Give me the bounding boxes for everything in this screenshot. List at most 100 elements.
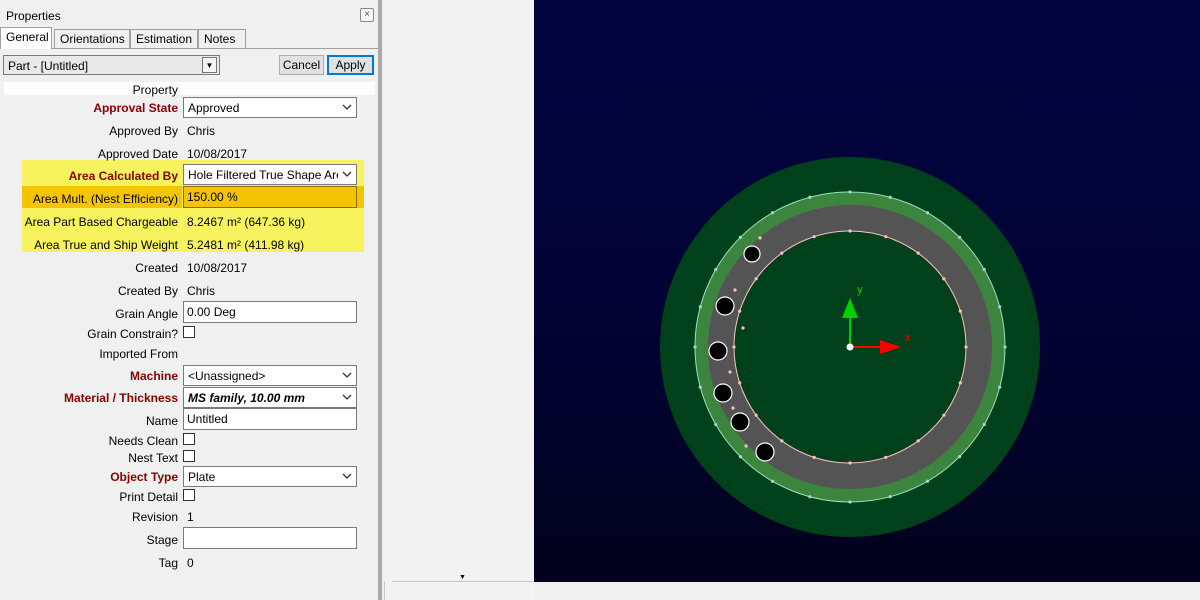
- tag-label: Tag: [158, 556, 178, 570]
- chevron-down-icon: [342, 394, 352, 400]
- panel-title: Properties: [6, 9, 61, 23]
- bolt-hole: [713, 383, 733, 403]
- outer-edge-marker: [698, 305, 702, 309]
- grain-constrain-checkbox[interactable]: [183, 326, 195, 338]
- nest-text-checkbox[interactable]: [183, 450, 195, 462]
- inner-edge-marker: [916, 251, 920, 255]
- caret-down-icon[interactable]: ▼: [459, 574, 466, 581]
- properties-panel: Properties × General Orientations Estima…: [0, 0, 378, 600]
- area-true-ship-label: Area True and Ship Weight: [34, 238, 178, 252]
- panel-splitter[interactable]: [378, 0, 382, 600]
- outer-edge-marker: [738, 455, 742, 459]
- object-type-label: Object Type: [110, 470, 178, 484]
- material-thickness-select[interactable]: MS family, 10.00 mm: [183, 387, 357, 408]
- area-part-based-label: Area Part Based Chargeable: [24, 215, 178, 229]
- print-detail-label: Print Detail: [119, 490, 178, 504]
- inner-edge-marker: [884, 235, 888, 239]
- inner-edge-marker: [958, 381, 962, 385]
- tab-general-label: General: [6, 30, 49, 44]
- created-value: 10/08/2017: [187, 261, 248, 275]
- approved-by-value: Chris: [187, 124, 216, 138]
- bolt-hole: [755, 442, 775, 462]
- tab-notes[interactable]: Notes: [198, 29, 246, 48]
- inner-edge-marker: [942, 277, 946, 281]
- area-calculated-by-select[interactable]: Hole Filtered True Shape Are: [183, 164, 357, 185]
- inner-edge-marker: [884, 455, 888, 459]
- approval-state-value: Approved: [188, 101, 240, 115]
- material-thickness-value: MS family, 10.00 mm: [188, 391, 305, 405]
- close-icon[interactable]: ×: [360, 8, 374, 22]
- tab-estimation-label: Estimation: [136, 32, 193, 46]
- inner-edge-marker: [738, 381, 742, 385]
- nest-text-label: Nest Text: [128, 451, 178, 465]
- chevron-down-icon: [342, 473, 352, 479]
- outer-edge-marker: [958, 455, 962, 459]
- outer-edge-marker: [714, 267, 718, 272]
- bolt-hole: [708, 341, 728, 361]
- middle-pane: [384, 0, 534, 600]
- needs-clean-label: Needs Clean: [108, 434, 178, 448]
- outer-edge-marker: [698, 385, 702, 389]
- inner-edge-marker: [964, 345, 968, 349]
- chevron-down-icon: [342, 171, 352, 177]
- outer-edge-marker: [888, 495, 892, 499]
- machine-select[interactable]: <Unassigned>: [183, 365, 357, 386]
- inner-edge-marker: [812, 235, 816, 239]
- outer-edge-marker: [848, 500, 852, 504]
- bolt-hole: [743, 245, 761, 263]
- print-detail-checkbox[interactable]: [183, 489, 195, 501]
- area-mult-value: 150.00 %: [187, 190, 238, 204]
- bolt-hole: [715, 296, 735, 316]
- y-axis-label: y: [857, 284, 863, 296]
- created-by-value: Chris: [187, 284, 216, 298]
- viewport-status-bar: [534, 582, 1200, 600]
- x-axis-label: x: [905, 332, 911, 344]
- tab-estimation[interactable]: Estimation: [130, 29, 198, 48]
- apply-button[interactable]: Apply: [327, 55, 374, 75]
- stage-label: Stage: [146, 533, 178, 547]
- approval-state-select[interactable]: Approved: [183, 97, 357, 118]
- outer-edge-marker: [770, 211, 775, 215]
- stage-field[interactable]: [183, 527, 357, 549]
- tab-orientations-label: Orientations: [60, 32, 125, 46]
- needs-clean-checkbox[interactable]: [183, 433, 195, 445]
- name-field[interactable]: Untitled: [183, 408, 357, 430]
- hole-marker: [728, 370, 732, 374]
- highlight-area-mult-right: [357, 186, 364, 208]
- viewport-scene: xy: [660, 157, 1040, 537]
- area-part-based-value: 8.2467 m² (647.36 kg): [187, 215, 306, 229]
- property-column-header: Property: [132, 83, 178, 97]
- cancel-button[interactable]: Cancel: [279, 55, 324, 75]
- outer-edge-marker: [925, 211, 930, 215]
- outer-edge-marker: [808, 195, 812, 199]
- tab-orientations[interactable]: Orientations: [54, 29, 130, 48]
- created-by-label: Created By: [117, 284, 178, 298]
- outer-edge-marker: [714, 422, 718, 427]
- inner-edge-marker: [754, 277, 758, 281]
- approved-date-value: 10/08/2017: [187, 147, 248, 161]
- approved-by-label: Approved By: [109, 124, 178, 138]
- inner-edge-marker: [848, 229, 852, 233]
- area-calculated-by-label: Area Calculated By: [68, 169, 178, 183]
- tab-general[interactable]: General: [0, 27, 52, 49]
- grain-angle-field[interactable]: 0.00 Deg: [183, 301, 357, 323]
- inner-edge-marker: [732, 345, 736, 349]
- part-selector-value: Part - [Untitled]: [8, 59, 89, 73]
- tab-notes-label: Notes: [204, 32, 236, 46]
- revision-value: 1: [187, 510, 194, 524]
- area-mult-field[interactable]: 150.00 %: [183, 186, 357, 208]
- name-label: Name: [145, 414, 178, 428]
- approval-state-label: Approval State: [93, 101, 178, 115]
- inner-edge-marker: [812, 455, 816, 459]
- inner-edge-marker: [738, 309, 742, 313]
- outer-edge-marker: [693, 345, 697, 349]
- chevron-down-icon[interactable]: ▼: [202, 57, 217, 73]
- part-selector[interactable]: Part - [Untitled] ▼: [3, 55, 220, 75]
- cad-viewport[interactable]: xy: [534, 0, 1200, 582]
- middle-pane-divider: [392, 581, 534, 582]
- object-type-select[interactable]: Plate: [183, 466, 357, 487]
- area-true-ship-value: 5.2481 m² (411.98 kg): [187, 238, 305, 252]
- outer-edge-marker: [1003, 345, 1007, 349]
- inner-edge-marker: [848, 461, 852, 465]
- tag-value: 0: [187, 556, 194, 570]
